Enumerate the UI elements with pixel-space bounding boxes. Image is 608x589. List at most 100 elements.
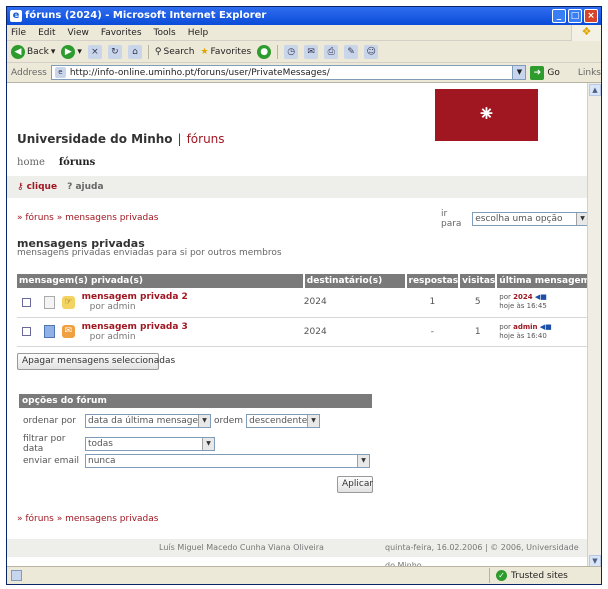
nav-foruns[interactable]: fóruns — [59, 157, 95, 168]
last-time: hoje às 16:40 — [499, 331, 547, 340]
message-link[interactable]: mensagem privada 2 — [82, 292, 188, 302]
ie-icon: e — [10, 10, 22, 22]
row-select-cell: ✉ mensagem privada 3 por admin — [17, 317, 304, 347]
jump-label: ir para — [441, 209, 462, 229]
order-row: ordenar por data da última mensagem ▼ or… — [19, 414, 321, 428]
visits-cell: 1 — [459, 317, 497, 347]
nav-home[interactable]: home — [17, 157, 45, 168]
history-icon[interactable]: ◷ — [284, 44, 299, 59]
back-button[interactable]: ◀ Back ▾ — [11, 44, 56, 59]
delete-selected-button[interactable]: Apagar mensagens seleccionadas — [17, 353, 175, 370]
visits-cell: 5 — [459, 288, 497, 318]
vertical-scrollbar[interactable]: ▲ ▼ — [587, 83, 601, 568]
chevron-down-icon: ▼ — [198, 415, 210, 427]
mail-icon[interactable]: ✉ — [304, 44, 319, 59]
message-author: por admin — [89, 302, 136, 313]
close-button[interactable]: × — [584, 9, 598, 23]
footer-author: Luís Miguel Macedo Cunha Viana Oliveira — [159, 543, 324, 552]
menu-edit[interactable]: Edit — [38, 28, 55, 38]
maximize-button[interactable]: □ — [568, 9, 582, 23]
forward-button[interactable]: ▶ ▾ — [61, 44, 82, 59]
minimize-button[interactable]: _ — [552, 9, 566, 23]
window-title: fóruns (2024) - Microsoft Internet Explo… — [25, 10, 267, 21]
breadcrumb[interactable]: » fóruns » mensagens privadas — [17, 213, 158, 223]
row-checkbox[interactable] — [22, 327, 31, 336]
col-replies: respostas — [405, 274, 461, 288]
message-link[interactable]: mensagem privada 3 — [82, 322, 188, 332]
filter-select[interactable]: todas ▼ — [85, 437, 215, 451]
menu-file[interactable]: File — [11, 28, 26, 38]
email-select[interactable]: nunca ▼ — [85, 454, 370, 468]
go-to-last-icon[interactable]: ◀■ — [540, 323, 552, 331]
chevron-down-icon: ▼ — [202, 438, 214, 450]
address-dropdown-icon[interactable]: ▼ — [512, 66, 526, 79]
favorites-button[interactable]: ★ Favorites — [200, 47, 251, 57]
breadcrumb-bottom[interactable]: » fóruns » mensagens privadas — [17, 514, 158, 524]
section-name[interactable]: fóruns — [187, 132, 225, 146]
message-icon: ✉ — [61, 325, 75, 338]
ajuda-link[interactable]: ? ajuda — [67, 182, 103, 192]
back-label: Back — [27, 46, 49, 57]
menu-view[interactable]: View — [68, 28, 89, 38]
page-subtitle: mensagens privadas enviadas para si por … — [17, 248, 282, 258]
order-select[interactable]: descendente ▼ — [246, 414, 321, 428]
edit-icon[interactable]: ✎ — [344, 44, 359, 59]
search-icon: ⚲ — [154, 46, 162, 57]
go-to-last-icon[interactable]: ◀■ — [535, 293, 547, 301]
order-by-value: data da última mensagem — [88, 416, 207, 426]
home-icon[interactable]: ⌂ — [127, 44, 142, 59]
message-subject-cell: mensagem privada 3 por admin — [82, 322, 188, 342]
help-icon: ? — [67, 182, 73, 192]
security-zone: ✓ Trusted sites — [489, 568, 568, 583]
links-button[interactable]: Links — [578, 68, 601, 78]
col-recipient: destinatário(s) — [303, 274, 407, 288]
footer-date: quinta-feira, 16.02.2006 | © 2006, Unive… — [385, 543, 579, 568]
col-message: mensagem(s) privada(s) — [17, 274, 305, 288]
clique-label: clique — [26, 182, 58, 192]
check-icon: ✓ — [496, 570, 507, 581]
search-button[interactable]: ⚲ Search — [155, 47, 195, 57]
stop-icon[interactable]: × — [87, 44, 102, 59]
recipient-cell: 2024 — [303, 288, 406, 318]
page-status-icon — [11, 570, 22, 581]
document-icon — [43, 295, 55, 309]
menu-help[interactable]: Help — [188, 28, 209, 38]
page-footer: Luís Miguel Macedo Cunha Viana Oliveira … — [7, 539, 589, 568]
windows-logo-icon: ❖ — [571, 25, 601, 41]
menu-favorites[interactable]: Favorites — [101, 28, 142, 38]
forward-dropdown-icon[interactable]: ▾ — [77, 47, 82, 57]
table-row: ✉ mensagem privada 3 por admin 2024 - 1 … — [17, 317, 589, 347]
university-name[interactable]: Universidade do Minho — [17, 132, 173, 146]
scroll-up-icon[interactable]: ▲ — [589, 84, 601, 96]
document-icon — [43, 325, 55, 338]
page-icon: e — [54, 67, 66, 78]
go-button[interactable]: ➜ Go — [530, 65, 560, 80]
last-by-user[interactable]: 2024 — [513, 293, 532, 301]
toolbar-separator — [277, 44, 279, 59]
address-url: http://info-online.uminho.pt/foruns/user… — [69, 67, 330, 78]
messages-table: mensagem(s) privada(s) destinatário(s) r… — [17, 274, 589, 347]
refresh-icon[interactable]: ↻ — [107, 44, 122, 59]
order-label: ordem — [214, 416, 244, 426]
order-by-select[interactable]: data da última mensagem ▼ — [85, 414, 211, 428]
address-input[interactable]: e http://info-online.uminho.pt/foruns/us… — [50, 65, 527, 80]
chevron-down-icon: ▼ — [357, 455, 369, 467]
menu-bar: File Edit View Favorites Tools Help ❖ — [7, 25, 601, 41]
menu-tools[interactable]: Tools — [154, 28, 176, 38]
media-icon[interactable]: ● — [257, 44, 272, 59]
page-content: ⁕ Universidade do Minho | fóruns home fóru… — [7, 83, 589, 568]
col-visits: visitas — [459, 274, 498, 288]
browser-window: e fóruns (2024) - Microsoft Internet Exp… — [6, 6, 602, 585]
last-by-user[interactable]: admin — [513, 323, 537, 331]
print-icon[interactable]: ⎙ — [324, 44, 339, 59]
order-value: descendente — [249, 416, 308, 426]
favorites-label: Favorites — [210, 46, 252, 57]
forum-options: opções do fórum ordenar por data da últi… — [19, 394, 373, 504]
chevron-down-icon: ▼ — [307, 415, 320, 427]
apply-button[interactable]: Aplicar — [337, 476, 373, 493]
clique-link[interactable]: ⚷ clique — [17, 182, 57, 192]
row-checkbox[interactable] — [22, 297, 31, 307]
jump-select[interactable]: escolha uma opção ▼ — [472, 212, 589, 226]
back-dropdown-icon[interactable]: ▾ — [51, 47, 56, 57]
messenger-icon[interactable]: ☺ — [364, 44, 379, 59]
